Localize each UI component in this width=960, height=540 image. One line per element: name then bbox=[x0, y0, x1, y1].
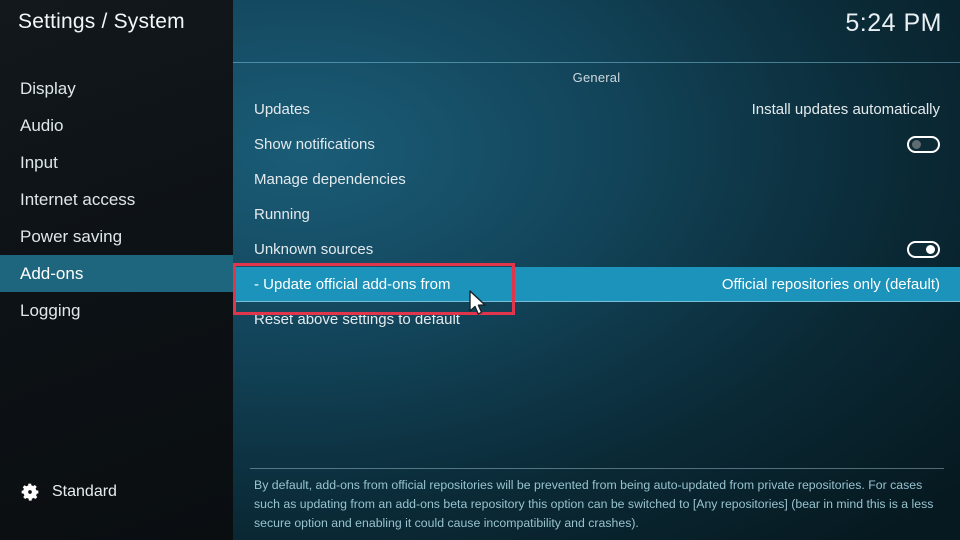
setting-label-running: Running bbox=[254, 206, 310, 223]
setting-label-updates: Updates bbox=[254, 101, 310, 118]
setting-value-update-official-addons-from: Official repositories only (default) bbox=[721, 276, 940, 293]
setting-label-show-notifications: Show notifications bbox=[254, 136, 375, 153]
kodi-settings-window: General Updates Install updates automati… bbox=[0, 0, 960, 540]
setting-row-running[interactable]: Running bbox=[233, 197, 960, 232]
panel-top-divider bbox=[233, 62, 960, 63]
setting-label-unknown-sources: Unknown sources bbox=[254, 241, 374, 258]
setting-row-show-notifications[interactable]: Show notifications bbox=[233, 127, 960, 162]
setting-row-reset-above-settings[interactable]: Reset above settings to default bbox=[233, 302, 960, 337]
footer-divider bbox=[250, 468, 944, 469]
setting-help-text: By default, add-ons from official reposi… bbox=[254, 478, 934, 530]
setting-row-manage-dependencies[interactable]: Manage dependencies bbox=[233, 162, 960, 197]
gear-icon bbox=[20, 482, 40, 502]
setting-label-manage-dependencies: Manage dependencies bbox=[254, 171, 406, 188]
sidebar-item-input[interactable]: Input bbox=[0, 144, 233, 181]
toggle-knob bbox=[912, 140, 921, 149]
sidebar: Settings / System Display Audio Input In… bbox=[0, 0, 233, 540]
sidebar-item-label: Display bbox=[20, 79, 76, 98]
sidebar-item-label: Internet access bbox=[20, 190, 136, 209]
toggle-show-notifications[interactable] bbox=[907, 136, 940, 153]
setting-row-update-official-addons-from[interactable]: - Update official add-ons from Official … bbox=[233, 267, 960, 302]
sidebar-item-label: Audio bbox=[20, 116, 64, 135]
settings-level-selector[interactable]: Standard bbox=[20, 482, 117, 502]
setting-value-updates: Install updates automatically bbox=[751, 101, 940, 118]
sidebar-category-list: Display Audio Input Internet access Powe… bbox=[0, 70, 233, 329]
setting-label-reset-above-settings: Reset above settings to default bbox=[254, 311, 460, 328]
sidebar-item-audio[interactable]: Audio bbox=[0, 107, 233, 144]
setting-label-update-official-addons-from: - Update official add-ons from bbox=[254, 276, 451, 293]
sidebar-item-power-saving[interactable]: Power saving bbox=[0, 218, 233, 255]
sidebar-item-label: Add-ons bbox=[20, 264, 84, 283]
sidebar-item-label: Input bbox=[20, 153, 58, 172]
page-title: Settings / System bbox=[18, 10, 185, 33]
sidebar-item-add-ons[interactable]: Add-ons bbox=[0, 255, 233, 292]
toggle-knob bbox=[926, 245, 935, 254]
settings-rows-list: Updates Install updates automatically Sh… bbox=[233, 92, 960, 337]
sidebar-item-internet-access[interactable]: Internet access bbox=[0, 181, 233, 218]
settings-group-title: General bbox=[572, 70, 621, 85]
settings-level-label: Standard bbox=[52, 483, 117, 500]
sidebar-item-logging[interactable]: Logging bbox=[0, 292, 233, 329]
sidebar-item-label: Logging bbox=[20, 301, 81, 320]
toggle-unknown-sources[interactable] bbox=[907, 241, 940, 258]
setting-row-unknown-sources[interactable]: Unknown sources bbox=[233, 232, 960, 267]
setting-row-updates[interactable]: Updates Install updates automatically bbox=[233, 92, 960, 127]
sidebar-item-label: Power saving bbox=[20, 227, 123, 246]
clock: 5:24 PM bbox=[845, 9, 942, 37]
sidebar-item-display[interactable]: Display bbox=[0, 70, 233, 107]
